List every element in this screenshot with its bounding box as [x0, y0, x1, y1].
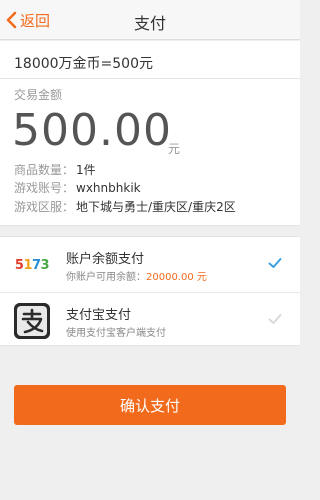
balance-amount: 20000.00 元 — [146, 272, 207, 283]
quantity-value: 1件 — [76, 163, 96, 177]
quantity-label: 商品数量： — [14, 163, 75, 177]
alipay-logo — [14, 303, 50, 339]
server-value: 地下城与勇士/重庆区/重庆2区 — [76, 200, 236, 214]
order-card: 18000万金币=500元 交易金额 500.00 元 商品数量： 1件 游戏账号… — [0, 41, 300, 226]
divider — [0, 78, 300, 79]
top-bar: 返回 支付 — [0, 0, 300, 40]
server-row: 游戏区服： 地下城与勇士/重庆区/重庆2区 — [14, 198, 236, 215]
quantity-row: 商品数量： 1件 — [14, 161, 96, 178]
product-name: 18000万金币=500元 — [14, 56, 153, 72]
alipay-icon — [14, 303, 50, 339]
account-row: 游戏账号： wxhnbhkik — [14, 179, 141, 196]
logo-5173: 5173 — [14, 247, 50, 283]
amount-unit: 元 — [168, 142, 181, 156]
payment-option-balance[interactable]: 5173 账户余额支付 你账户可用余额：20000.00 元 — [0, 237, 300, 292]
check-icon — [268, 314, 282, 324]
payment-option-subtitle: 使用支付宝客户端支付 — [66, 328, 166, 339]
payment-method-list: 5173 账户余额支付 你账户可用余额：20000.00 元 支付宝支付 使用支… — [0, 236, 300, 346]
amount-value: 500.00 — [12, 105, 172, 156]
confirm-pay-button[interactable]: 确认支付 — [14, 385, 286, 425]
amount-label: 交易金额 — [14, 88, 63, 102]
payment-option-alipay[interactable]: 支付宝支付 使用支付宝客户端支付 — [0, 292, 300, 347]
account-label: 游戏账号： — [14, 181, 75, 195]
payment-option-title: 支付宝支付 — [66, 308, 132, 323]
page-title: 支付 — [133, 14, 166, 33]
check-icon — [268, 258, 282, 268]
server-label: 游戏区服： — [14, 200, 75, 214]
account-value: wxhnbhkik — [76, 181, 141, 195]
payment-option-subtitle: 你账户可用余额：20000.00 元 — [66, 272, 207, 283]
payment-option-title: 账户余额支付 — [66, 252, 145, 267]
